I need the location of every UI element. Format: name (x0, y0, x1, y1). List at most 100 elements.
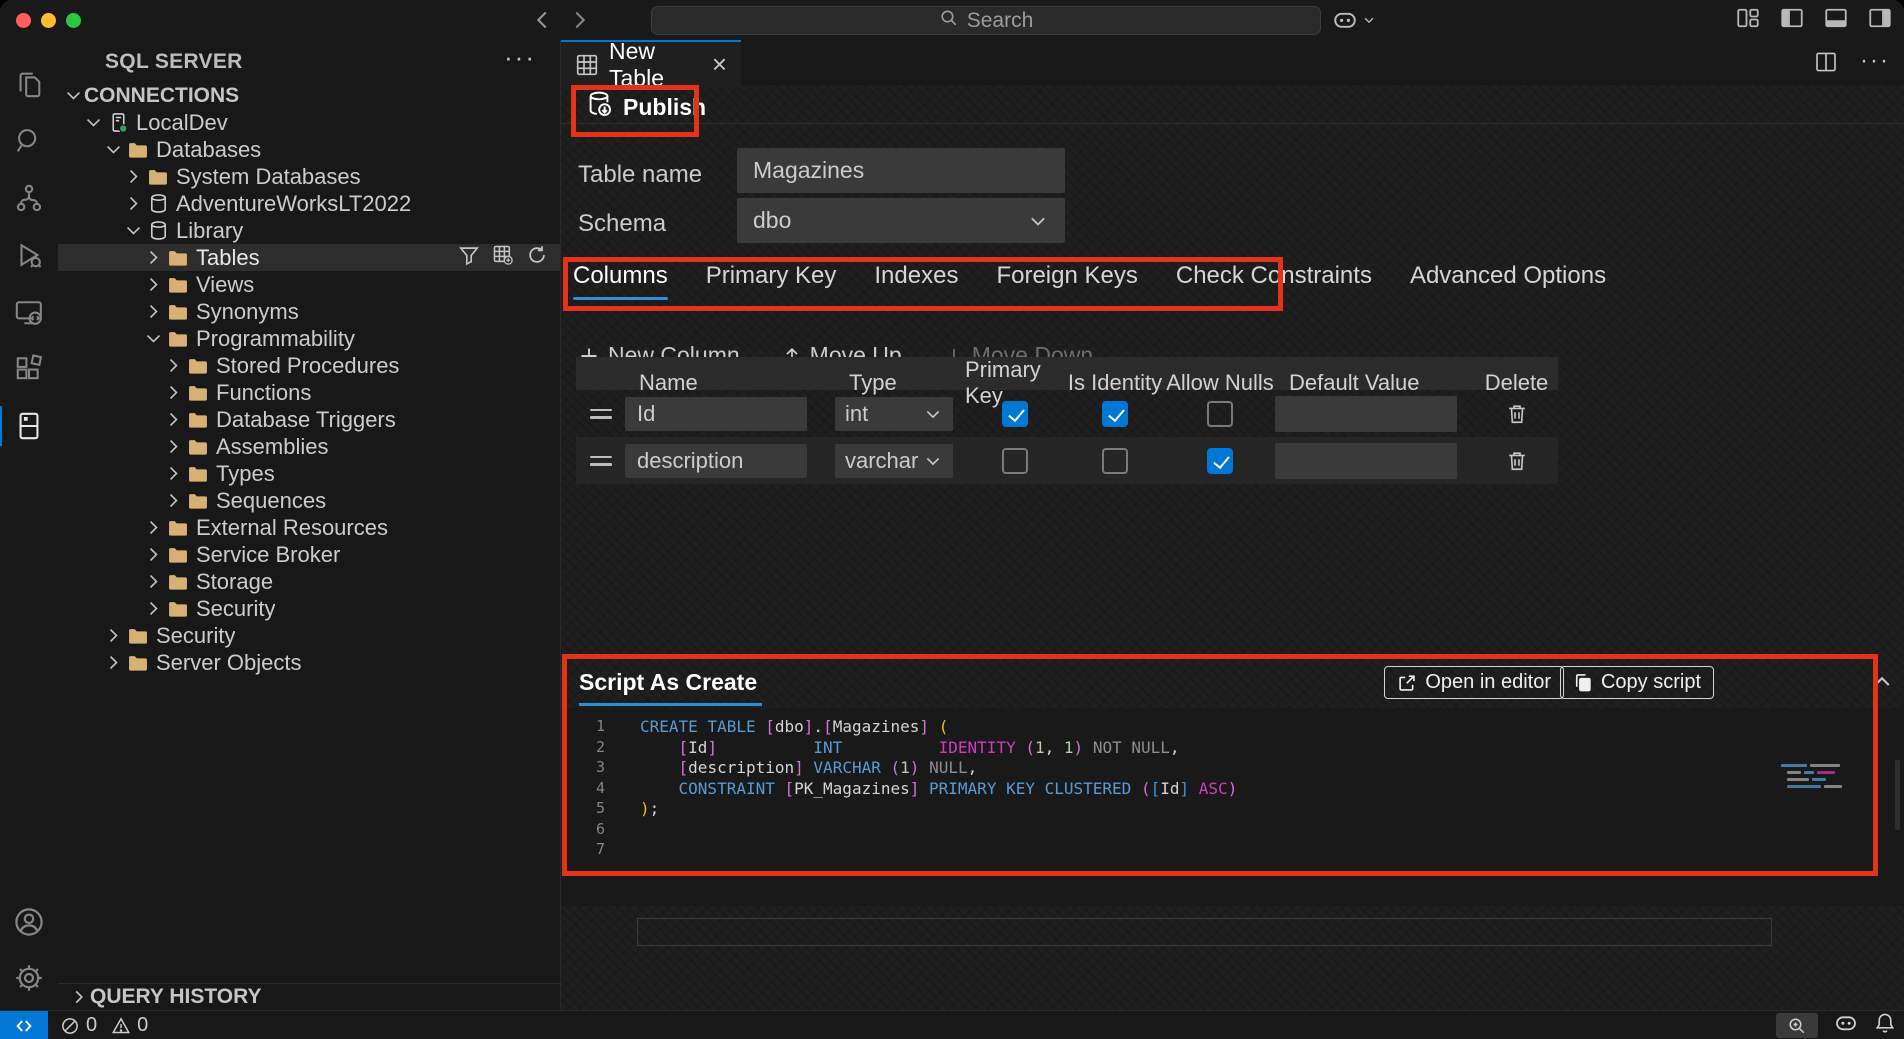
new-table-icon[interactable] (492, 244, 514, 272)
copilot-status-icon[interactable] (1834, 1011, 1858, 1039)
settings-gear-icon[interactable] (0, 952, 58, 1004)
script-panel-title[interactable]: Script As Create (579, 669, 757, 696)
designer-tab-indexes[interactable]: Indexes (874, 256, 958, 304)
chevron-right-icon[interactable] (102, 625, 124, 647)
tree-item-stored-procedures[interactable]: Stored Procedures (58, 352, 560, 379)
script-code-editor[interactable]: 1CREATE TABLE [dbo].[Magazines] (2 [Id] … (561, 708, 1904, 906)
customize-layout-icon[interactable] (1736, 6, 1760, 35)
is-identity-checkbox[interactable] (1102, 448, 1128, 474)
toggle-panel-icon[interactable] (1824, 6, 1848, 35)
designer-tab-columns[interactable]: Columns (573, 256, 668, 304)
chevron-down-icon[interactable] (102, 139, 124, 161)
tree-item-service-broker[interactable]: Service Broker (58, 541, 560, 568)
tree-item-external-resources[interactable]: External Resources (58, 514, 560, 541)
chevron-right-icon[interactable] (142, 274, 164, 296)
chevron-down-icon[interactable] (62, 85, 84, 107)
copilot-menu[interactable] (1332, 7, 1376, 33)
split-editor-icon[interactable] (1814, 50, 1838, 79)
more-actions-icon[interactable]: ··· (1860, 50, 1890, 79)
tab-new-table[interactable]: New Table × (561, 40, 741, 87)
delete-column-icon[interactable] (1475, 402, 1558, 426)
chevron-right-icon[interactable] (142, 598, 164, 620)
tree-item-connections[interactable]: CONNECTIONS (58, 82, 560, 109)
toggle-secondary-sidebar-icon[interactable] (1868, 6, 1892, 35)
explorer-icon[interactable] (0, 58, 58, 110)
designer-tab-primary-key[interactable]: Primary Key (706, 256, 837, 304)
copy-script-button[interactable]: Copy script (1560, 666, 1714, 699)
open-in-editor-button[interactable]: Open in editor (1384, 666, 1564, 699)
tree-item-synonyms[interactable]: Synonyms (58, 298, 560, 325)
default-value-input[interactable] (1275, 443, 1457, 479)
tree-item-databases[interactable]: Databases (58, 136, 560, 163)
tree-item-programmability[interactable]: Programmability (58, 325, 560, 352)
drag-handle-icon[interactable] (590, 409, 612, 419)
forward-arrow-icon[interactable] (568, 8, 592, 37)
tree-item-sequences[interactable]: Sequences (58, 487, 560, 514)
tree-item-localdev[interactable]: LocalDev (58, 109, 560, 136)
allow-nulls-checkbox[interactable] (1207, 401, 1233, 427)
primary-key-checkbox[interactable] (1002, 448, 1028, 474)
extensions-icon[interactable] (0, 343, 58, 395)
chevron-right-icon[interactable] (102, 652, 124, 674)
table-name-input[interactable] (737, 148, 1065, 193)
chevron-right-icon[interactable] (142, 571, 164, 593)
run-debug-icon[interactable] (0, 229, 58, 281)
chevron-right-icon[interactable] (142, 301, 164, 323)
publish-button[interactable]: Publish (585, 90, 706, 124)
column-type-dropdown[interactable]: int (835, 397, 953, 431)
tree-item-assemblies[interactable]: Assemblies (58, 433, 560, 460)
primary-key-checkbox[interactable] (1002, 401, 1028, 427)
zoom-window-button[interactable] (66, 13, 81, 28)
tree-item-database-triggers[interactable]: Database Triggers (58, 406, 560, 433)
chevron-right-icon[interactable] (122, 193, 144, 215)
drag-handle-icon[interactable] (590, 456, 612, 466)
delete-column-icon[interactable] (1475, 449, 1558, 473)
chevron-right-icon[interactable] (122, 166, 144, 188)
tree-item-views[interactable]: Views (58, 271, 560, 298)
column-name-input[interactable] (625, 397, 807, 431)
chevron-right-icon[interactable] (162, 355, 184, 377)
chevron-right-icon[interactable] (142, 544, 164, 566)
minimize-window-button[interactable] (41, 13, 56, 28)
chevron-right-icon[interactable] (162, 463, 184, 485)
scrollbar[interactable] (1895, 760, 1900, 830)
problems-indicator[interactable]: 0 0 (60, 1011, 148, 1039)
sql-server-view-icon[interactable] (0, 400, 58, 452)
tree-item-security[interactable]: Security (58, 622, 560, 649)
close-window-button[interactable] (16, 13, 31, 28)
chevron-right-icon[interactable] (142, 247, 164, 269)
designer-tab-check-constraints[interactable]: Check Constraints (1176, 256, 1372, 304)
chevron-down-icon[interactable] (142, 328, 164, 350)
chevron-right-icon[interactable] (142, 517, 164, 539)
tree-item-tables[interactable]: Tables (58, 244, 560, 271)
toggle-sidebar-icon[interactable] (1780, 6, 1804, 35)
collapse-panel-icon[interactable] (1870, 670, 1894, 699)
tree-item-adventureworkslt2022[interactable]: AdventureWorksLT2022 (58, 190, 560, 217)
schema-dropdown[interactable]: dbo (737, 198, 1065, 243)
chevron-down-icon[interactable] (82, 112, 104, 134)
allow-nulls-checkbox[interactable] (1207, 448, 1233, 474)
tree-item-functions[interactable]: Functions (58, 379, 560, 406)
more-actions-icon[interactable]: ··· (504, 42, 536, 73)
zoom-in-status-icon[interactable] (1776, 1013, 1818, 1038)
tree-item-security[interactable]: Security (58, 595, 560, 622)
designer-tab-advanced-options[interactable]: Advanced Options (1410, 256, 1606, 304)
account-icon[interactable] (0, 896, 58, 948)
chevron-right-icon[interactable] (162, 490, 184, 512)
designer-tab-foreign-keys[interactable]: Foreign Keys (996, 256, 1137, 304)
is-identity-checkbox[interactable] (1102, 401, 1128, 427)
column-type-dropdown[interactable]: varchar (835, 444, 953, 478)
remote-indicator[interactable] (0, 1011, 48, 1039)
chevron-right-icon[interactable] (162, 409, 184, 431)
chevron-down-icon[interactable] (122, 220, 144, 242)
tree-item-storage[interactable]: Storage (58, 568, 560, 595)
chevron-right-icon[interactable] (162, 436, 184, 458)
search-view-icon[interactable] (0, 115, 58, 167)
command-center-search[interactable]: Search (651, 6, 1321, 35)
chevron-right-icon[interactable] (162, 382, 184, 404)
refresh-icon[interactable] (526, 244, 548, 272)
tree-item-server-objects[interactable]: Server Objects (58, 649, 560, 676)
default-value-input[interactable] (1275, 396, 1457, 432)
tree-item-library[interactable]: Library (58, 217, 560, 244)
back-arrow-icon[interactable] (530, 8, 554, 37)
